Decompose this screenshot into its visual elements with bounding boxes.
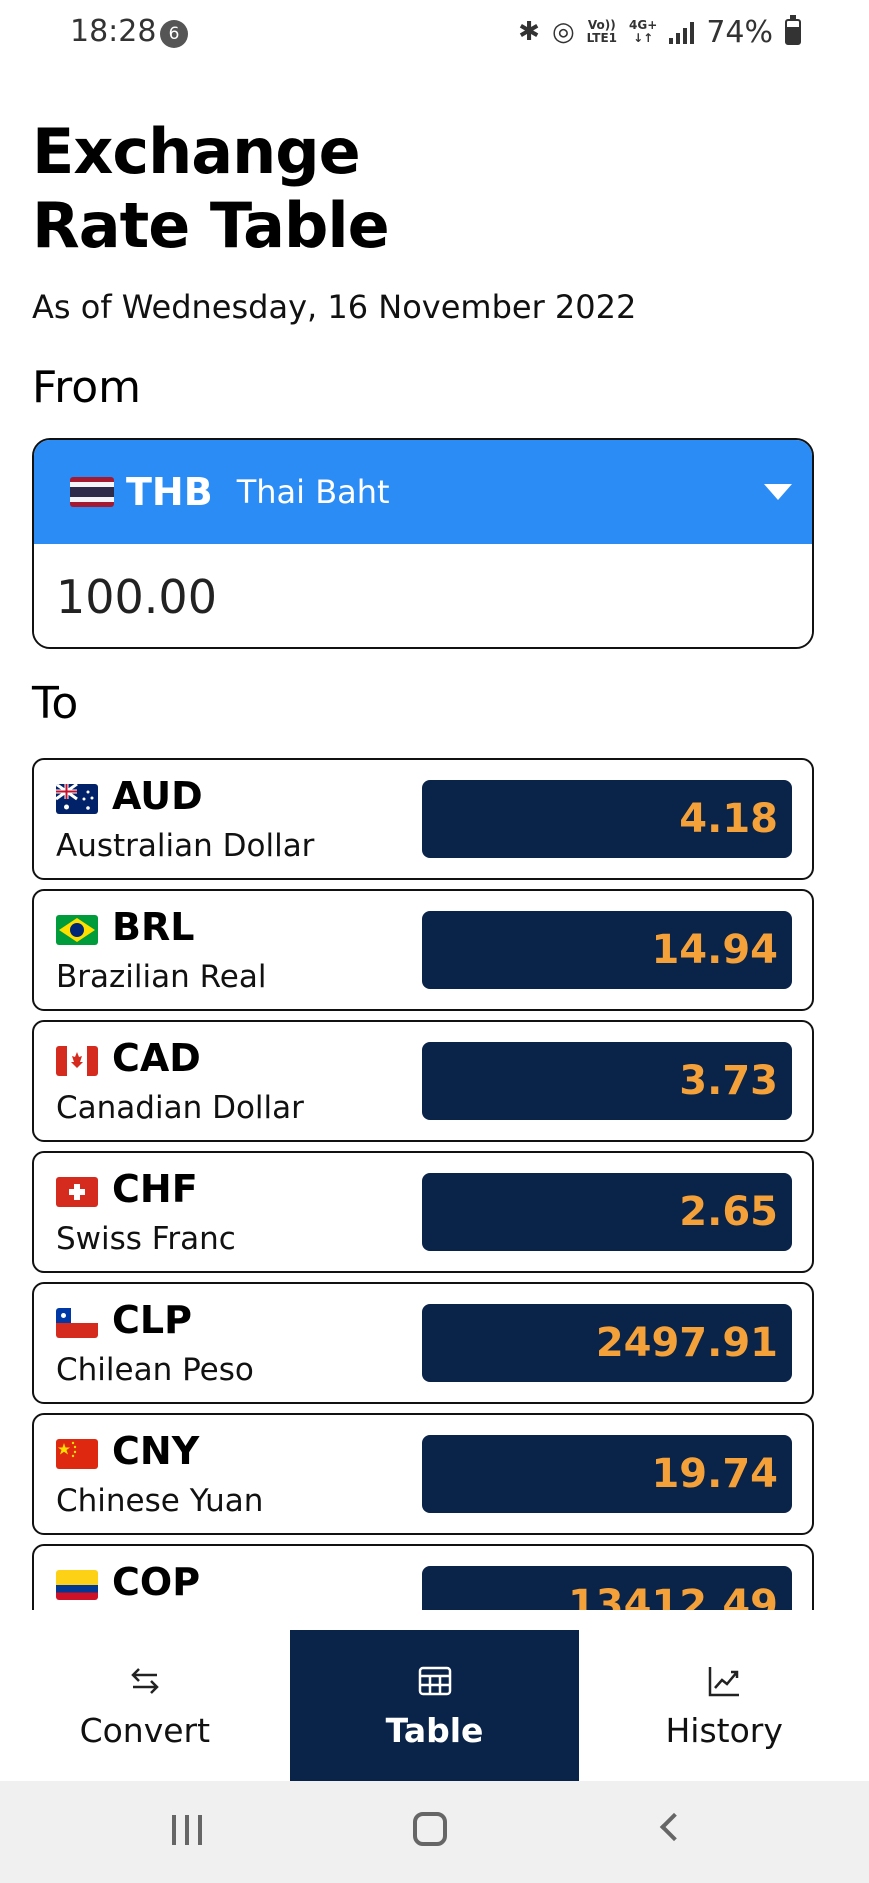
volte-bottom-text: LTE1 xyxy=(586,31,618,45)
volte-top-text: Vo)) xyxy=(587,18,616,32)
nav-convert[interactable]: Convert xyxy=(0,1630,290,1781)
currency-name: Canadian Dollar xyxy=(56,1090,304,1126)
nav-convert-label: Convert xyxy=(79,1711,211,1750)
currency-name: Brazilian Real xyxy=(56,959,267,995)
nav-history[interactable]: History xyxy=(579,1630,869,1781)
signal-strength-icon xyxy=(669,20,695,44)
to-label: To xyxy=(32,678,79,729)
currency-name: Australian Dollar xyxy=(56,828,315,864)
from-currency-card: THB Thai Baht xyxy=(32,438,814,649)
battery-icon xyxy=(785,15,801,45)
converted-value: 3.73 xyxy=(422,1042,792,1120)
currency-code: COP xyxy=(112,1560,201,1604)
notification-count-badge: 6 xyxy=(160,20,188,48)
converted-value: 14.94 xyxy=(422,911,792,989)
recent-apps-icon[interactable] xyxy=(172,1815,202,1845)
rate-row-brl[interactable]: BRL Brazilian Real 14.94 xyxy=(32,889,814,1011)
china-flag-icon xyxy=(56,1439,98,1469)
status-icons: ✱ ◎ Vo)) LTE1 4G+ ↓↑ 74% xyxy=(518,12,801,52)
colombia-flag-icon xyxy=(56,1570,98,1600)
currency-code: CAD xyxy=(112,1036,201,1080)
nav-history-label: History xyxy=(665,1711,783,1750)
as-of-date: As of Wednesday, 16 November 2022 xyxy=(32,288,637,326)
from-currency-name: Thai Baht xyxy=(236,473,390,511)
bluetooth-icon: ✱ xyxy=(518,17,540,47)
currency-code: CLP xyxy=(112,1298,192,1342)
chile-flag-icon xyxy=(56,1308,98,1338)
network-type-indicator: 4G+ ↓↑ xyxy=(629,19,657,45)
nav-table-label: Table xyxy=(385,1711,484,1750)
trend-chart-icon xyxy=(708,1667,740,1697)
nav-table[interactable]: Table xyxy=(289,1630,580,1781)
thailand-flag-icon xyxy=(70,477,114,507)
converted-value: 4.18 xyxy=(422,780,792,858)
currency-name: Chinese Yuan xyxy=(56,1483,264,1519)
rate-row-aud[interactable]: AUD Australian Dollar 4.18 xyxy=(32,758,814,880)
rate-row-chf[interactable]: CHF Swiss Franc 2.65 xyxy=(32,1151,814,1273)
currency-name: Chilean Peso xyxy=(56,1352,254,1388)
rate-row-cop[interactable]: COP 13412.49 xyxy=(32,1544,814,1610)
status-time: 18:28 xyxy=(70,14,157,49)
status-bar: 18:28 6 ✱ ◎ Vo)) LTE1 4G+ ↓↑ 74% xyxy=(0,0,869,66)
table-grid-icon xyxy=(418,1666,451,1696)
currency-code: AUD xyxy=(112,774,203,818)
converted-value: 13412.49 xyxy=(422,1566,792,1610)
hotspot-icon: ◎ xyxy=(551,17,575,47)
from-currency-code: THB xyxy=(126,470,213,514)
converted-value: 2.65 xyxy=(422,1173,792,1251)
network-type-text: 4G+ xyxy=(629,18,658,32)
converted-value: 2497.91 xyxy=(422,1304,792,1382)
system-navigation-bar xyxy=(0,1781,869,1883)
network-activity-text: ↓↑ xyxy=(633,31,654,45)
australia-flag-icon xyxy=(56,784,98,814)
battery-percentage: 74% xyxy=(706,14,773,50)
from-currency-dropdown[interactable]: THB Thai Baht xyxy=(34,440,812,544)
swap-arrows-icon xyxy=(131,1668,159,1694)
app-screen: 18:28 6 ✱ ◎ Vo)) LTE1 4G+ ↓↑ 74% Exchang… xyxy=(0,0,869,1883)
volte-indicator: Vo)) LTE1 xyxy=(587,19,617,45)
currency-name: Swiss Franc xyxy=(56,1221,236,1257)
canada-flag-icon xyxy=(56,1046,98,1076)
rate-row-cad[interactable]: CAD Canadian Dollar 3.73 xyxy=(32,1020,814,1142)
rate-list[interactable]: AUD Australian Dollar 4.18 BRL Brazilian… xyxy=(32,758,814,1610)
brazil-flag-icon xyxy=(56,915,98,945)
chevron-down-icon[interactable] xyxy=(764,484,792,500)
from-label: From xyxy=(32,362,142,413)
currency-code: BRL xyxy=(112,905,195,949)
home-icon[interactable] xyxy=(413,1812,447,1846)
rate-row-clp[interactable]: CLP Chilean Peso 2497.91 xyxy=(32,1282,814,1404)
back-icon[interactable] xyxy=(659,1812,689,1842)
amount-input[interactable] xyxy=(34,544,812,647)
page-title: Exchange Rate Table xyxy=(32,115,390,262)
currency-code: CHF xyxy=(112,1167,198,1211)
rate-row-cny[interactable]: CNY Chinese Yuan 19.74 xyxy=(32,1413,814,1535)
converted-value: 19.74 xyxy=(422,1435,792,1513)
bottom-navigation: Convert Table History xyxy=(0,1630,869,1781)
currency-code: CNY xyxy=(112,1429,200,1473)
switzerland-flag-icon xyxy=(56,1177,98,1207)
